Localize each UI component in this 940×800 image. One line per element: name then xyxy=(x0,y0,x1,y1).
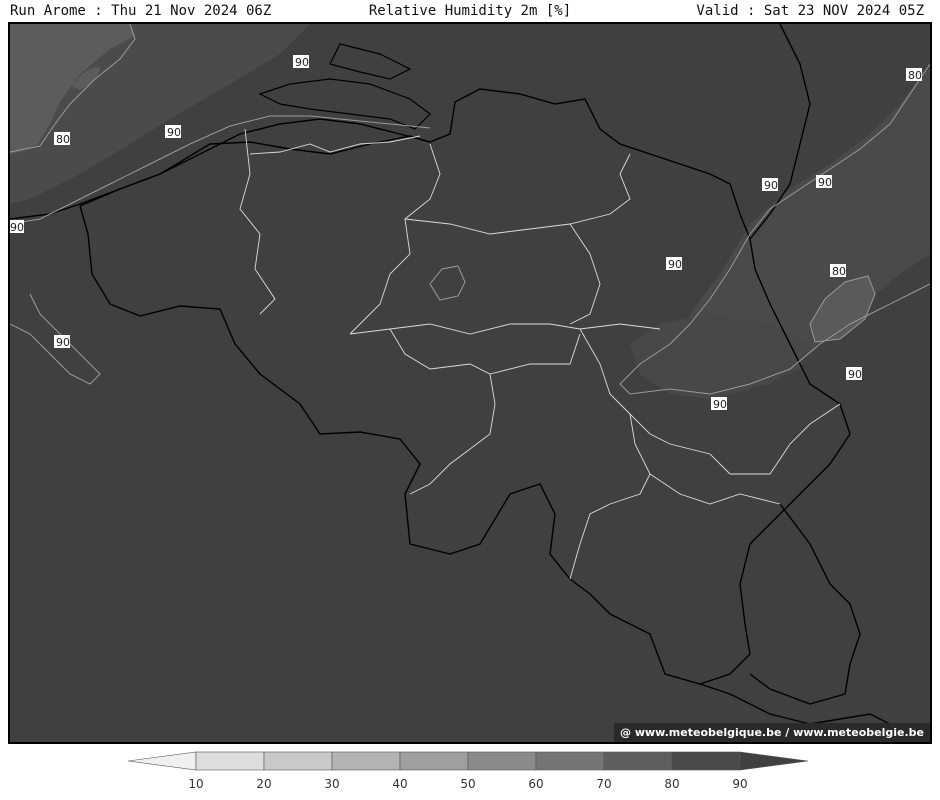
contour-label: 90 xyxy=(666,257,682,271)
legend-swatch xyxy=(535,751,605,771)
legend-swatches xyxy=(127,751,809,771)
legend-tick-label: 60 xyxy=(528,777,543,791)
contour-label: 90 xyxy=(762,178,778,192)
svg-text:90: 90 xyxy=(764,179,778,192)
valid-label: Valid : Sat 23 NOV 2024 05Z xyxy=(696,3,924,19)
page: Run Arome : Thu 21 Nov 2024 06Z Relative… xyxy=(0,0,940,800)
legend-tick-label: 90 xyxy=(732,777,747,791)
map: 90 80 90 90 80 90 90 90 90 80 90 90 xyxy=(10,24,930,742)
map-frame: 90 80 90 90 80 90 90 90 90 80 90 90 @ ww… xyxy=(8,22,932,744)
legend-tick-label: 10 xyxy=(188,777,203,791)
contour-label: 80 xyxy=(54,132,70,146)
legend-swatch xyxy=(671,751,741,771)
svg-text:90: 90 xyxy=(56,336,70,349)
contour-label: 90 xyxy=(54,335,70,349)
legend-swatch-low xyxy=(127,751,197,771)
svg-text:80: 80 xyxy=(56,133,70,146)
svg-text:90: 90 xyxy=(295,56,309,69)
contour-label: 90 xyxy=(165,125,181,139)
contour-label: 90 xyxy=(846,367,862,381)
svg-text:90: 90 xyxy=(167,126,181,139)
legend-swatch xyxy=(263,751,333,771)
legend-tick-label: 70 xyxy=(596,777,611,791)
legend-swatch xyxy=(467,751,537,771)
svg-text:90: 90 xyxy=(848,368,862,381)
svg-text:90: 90 xyxy=(818,176,832,189)
legend-ticks: 10 20 30 40 50 60 70 80 90 xyxy=(188,777,747,791)
legend-swatch xyxy=(399,751,469,771)
svg-text:80: 80 xyxy=(908,69,922,82)
svg-text:90: 90 xyxy=(668,258,682,271)
legend-tick-label: 20 xyxy=(256,777,271,791)
legend-tick-label: 50 xyxy=(460,777,475,791)
legend-tick-label: 40 xyxy=(392,777,407,791)
contour-label: 80 xyxy=(830,264,846,278)
legend-tick-label: 30 xyxy=(324,777,339,791)
legend-swatch xyxy=(195,751,265,771)
contour-label: 90 xyxy=(293,55,309,69)
svg-text:90: 90 xyxy=(713,398,727,411)
svg-text:80: 80 xyxy=(832,265,846,278)
legend-swatch xyxy=(603,751,673,771)
svg-text:90: 90 xyxy=(10,221,24,234)
contour-label: 90 xyxy=(711,397,727,411)
legend-swatch-high xyxy=(739,751,809,771)
credit-banner: @ www.meteobelgique.be / www.meteobelgie… xyxy=(614,723,930,742)
colorbar-legend: 10 20 30 40 50 60 70 80 90 xyxy=(127,751,809,791)
legend-tick-label: 80 xyxy=(664,777,679,791)
contour-label: 90 xyxy=(10,220,24,234)
legend-swatch xyxy=(331,751,401,771)
contour-label: 90 xyxy=(816,175,832,189)
contour-label: 80 xyxy=(906,68,922,82)
header: Run Arome : Thu 21 Nov 2024 06Z Relative… xyxy=(0,0,940,22)
